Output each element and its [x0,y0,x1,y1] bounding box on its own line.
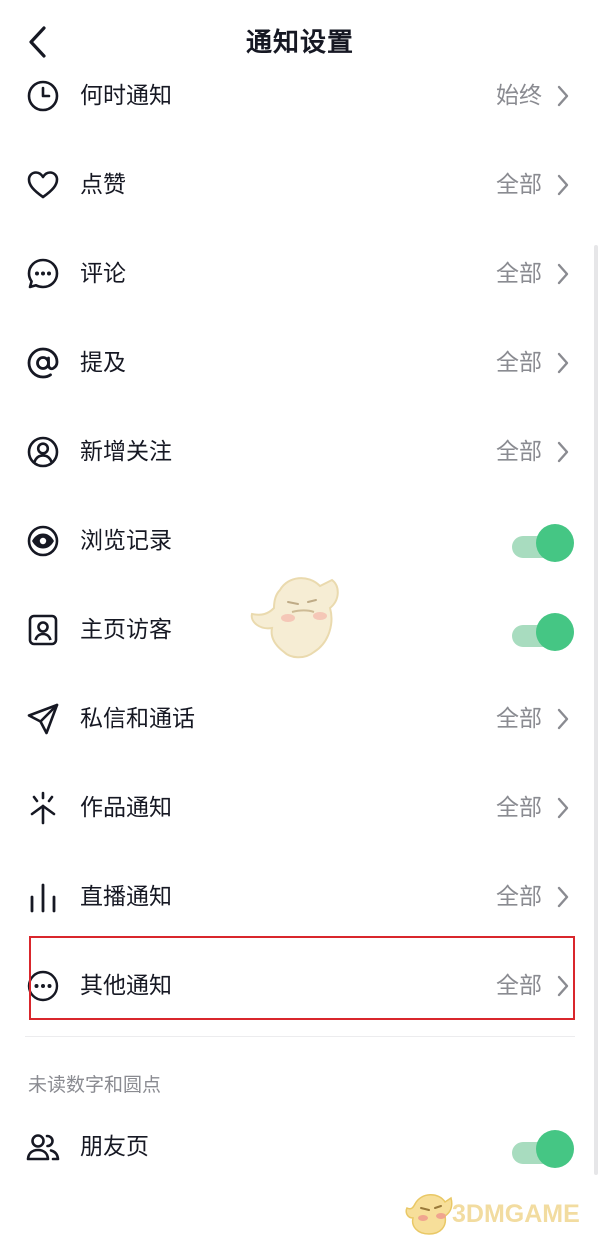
chevron-right-icon [557,263,569,285]
row-value: 全部 [496,795,542,821]
row-label: 何时通知 [80,83,172,109]
chevron-right-icon [557,975,569,997]
toggle-knob [536,524,574,562]
chevron-right-icon [557,85,569,107]
row-likes[interactable]: 点赞 全部 [0,141,600,230]
row-mentions[interactable]: 提及 全部 [0,319,600,408]
row-value: 全部 [496,261,542,287]
row-label: 浏览记录 [80,528,172,554]
page-title: 通知设置 [245,28,354,58]
mascot-watermark [248,572,352,664]
chevron-right-icon [557,797,569,819]
comment-icon [25,256,61,292]
row-messages-calls[interactable]: 私信和通话 全部 [0,675,600,764]
row-value: 全部 [496,439,542,465]
row-value: 全部 [496,172,542,198]
chevron-right-icon [557,441,569,463]
browse-history-toggle[interactable] [512,524,574,562]
row-new-followers[interactable]: 新增关注 全部 [0,408,600,497]
at-icon [25,345,61,381]
clock-icon [25,78,61,114]
chevron-right-icon [557,886,569,908]
row-value: 全部 [496,973,542,999]
row-works-notify[interactable]: 作品通知 全部 [0,764,600,853]
toggle-knob [536,613,574,651]
row-value: 全部 [496,350,542,376]
row-label: 直播通知 [80,884,172,910]
send-icon [25,701,61,737]
row-value: 始终 [496,83,542,109]
chevron-right-icon [557,174,569,196]
row-label: 新增关注 [80,439,172,465]
row-label: 评论 [80,261,126,287]
row-label: 点赞 [80,172,126,198]
user-circle-icon [25,434,61,470]
divider [25,1036,575,1037]
row-label: 其他通知 [80,973,172,999]
row-value: 全部 [496,884,542,910]
friends-icon [25,1129,61,1165]
section-label: 未读数字和圆点 [28,1074,162,1096]
watermark-text: 3DMGAME [452,1200,580,1228]
eye-icon [25,523,61,559]
row-label: 朋友页 [80,1134,149,1160]
toggle-knob [536,1130,574,1168]
row-friends-page: 朋友页 [0,1103,600,1192]
settings-list: 何时通知 始终 点赞 全部 评论 全部 提及 全部 新增关注 全部 浏览记录 主… [0,52,600,1031]
chevron-right-icon [557,352,569,374]
row-label: 私信和通话 [80,706,195,732]
user-square-icon [25,612,61,648]
live-bars-icon [25,879,61,915]
row-label: 主页访客 [80,617,172,643]
header: 通知设置 [0,0,600,80]
sparkle-icon [25,790,61,826]
friends-page-toggle[interactable] [512,1130,574,1168]
row-value: 全部 [496,706,542,732]
row-label: 作品通知 [80,795,172,821]
chevron-right-icon [557,708,569,730]
row-comments[interactable]: 评论 全部 [0,230,600,319]
row-other-notify[interactable]: 其他通知 全部 [0,942,600,1031]
more-circle-icon [25,968,61,1004]
row-label: 提及 [80,350,126,376]
profile-visitors-toggle[interactable] [512,613,574,651]
row-live-notify[interactable]: 直播通知 全部 [0,853,600,942]
heart-icon [25,167,61,203]
